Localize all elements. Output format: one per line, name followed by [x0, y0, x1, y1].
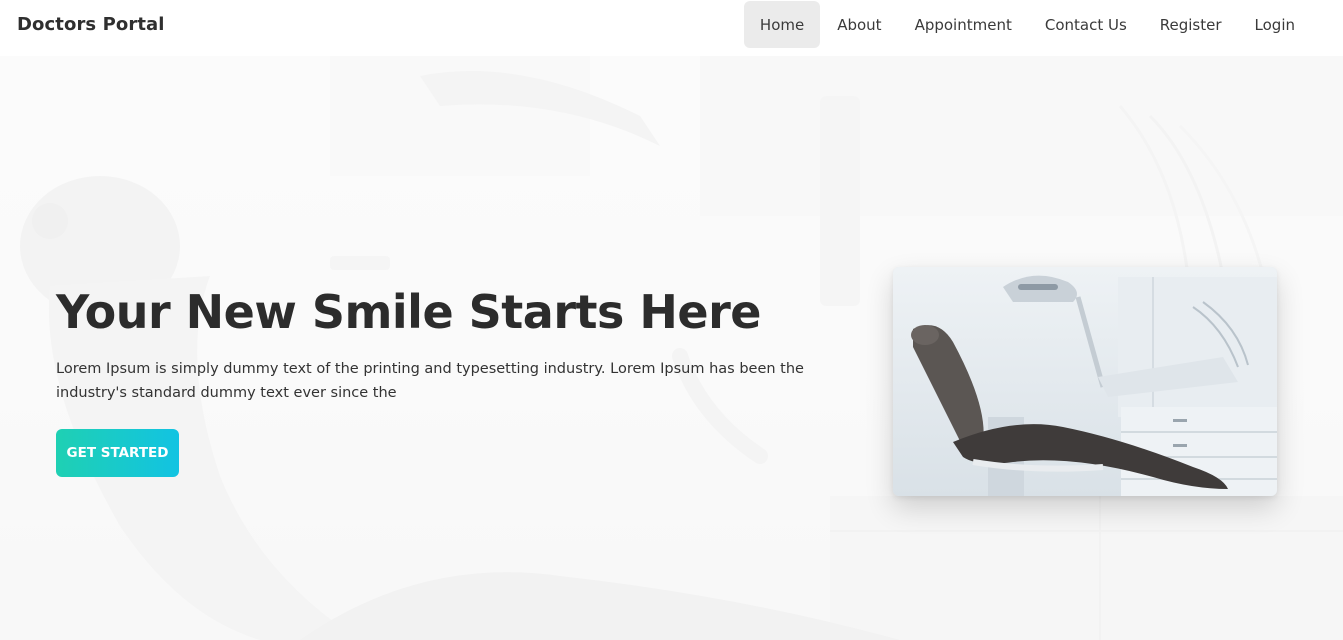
hero-title: Your New Smile Starts Here: [56, 285, 761, 339]
nav-item-login[interactable]: Login: [1239, 1, 1311, 48]
nav-item-register[interactable]: Register: [1144, 1, 1238, 48]
nav-item-about[interactable]: About: [821, 1, 897, 48]
dental-chair-photo: [893, 267, 1277, 496]
hero-section: Your New Smile Starts Here Lorem Ipsum i…: [0, 56, 1343, 640]
brand-logo-text[interactable]: Doctors Portal: [17, 14, 165, 35]
nav-item-contact-us[interactable]: Contact Us: [1029, 1, 1143, 48]
nav-item-appointment[interactable]: Appointment: [899, 1, 1028, 48]
nav-item-home[interactable]: Home: [743, 1, 821, 48]
main-nav: Home About Appointment Contact Us Regist…: [743, 1, 1311, 48]
get-started-button[interactable]: GET STARTED: [56, 429, 179, 477]
navbar: Doctors Portal Home About Appointment Co…: [0, 0, 1343, 56]
hero-description: Lorem Ipsum is simply dummy text of the …: [56, 361, 804, 401]
